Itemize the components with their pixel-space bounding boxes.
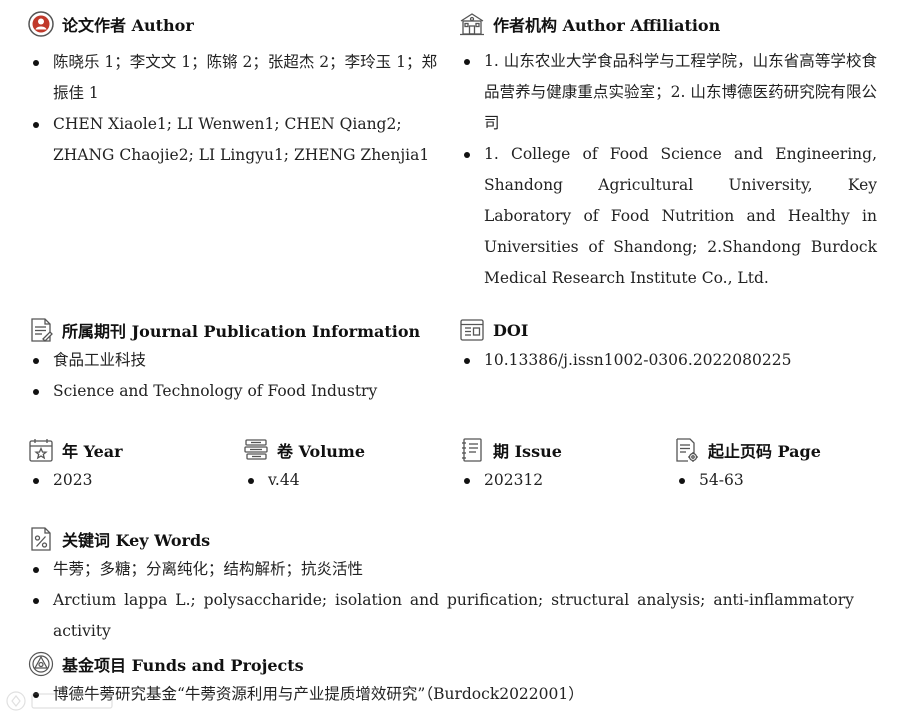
keywords-item-cn: 牛蒡；多糖；分离纯化；结构解析；抗炎活性	[28, 554, 878, 585]
affiliation-title: 作者机构 Author Affiliation	[493, 16, 721, 35]
seal-emblem-icon	[28, 651, 54, 677]
year-list: 2023	[28, 465, 228, 496]
author-item-cn: 陈晓乐 1；李文文 1；陈锵 2；张超杰 2；李玲玉 1；郑振佳 1	[28, 47, 448, 109]
issue-title: 期 Issue	[493, 442, 562, 461]
author-item-en: CHEN Xiaole1; LI Wenwen1; CHEN Qiang2; Z…	[28, 109, 448, 171]
author-section: 论文作者 Author 陈晓乐 1；李文文 1；陈锵 2；张超杰 2；李玲玉 1…	[28, 9, 448, 171]
doi-header: DOI	[459, 315, 877, 345]
funds-title: 基金项目 Funds and Projects	[62, 656, 304, 675]
calendar-icon	[28, 437, 54, 463]
affiliation-item-cn: 1. 山东农业大学食品科学与工程学院，山东省高等学校食品营养与健康重点实验室；2…	[459, 46, 877, 139]
issue-list: 202312	[459, 465, 659, 496]
doi-value: 10.13386/j.issn1002-0306.2022080225	[459, 345, 877, 376]
page-value: 54-63	[674, 465, 884, 496]
doi-section: DOI 10.13386/j.issn1002-0306.2022080225	[459, 315, 877, 376]
issue-section: 期 Issue 202312	[459, 435, 659, 496]
funds-section: 基金项目 Funds and Projects 博德牛蒡研究基金“牛蒡资源利用与…	[28, 649, 878, 710]
affiliation-item-en: 1. College of Food Science and Engineeri…	[459, 139, 877, 294]
page-header: 起止页码 Page	[674, 435, 884, 465]
doi-card-icon	[459, 317, 485, 343]
funds-item: 博德牛蒡研究基金“牛蒡资源利用与产业提质增效研究”（Burdock2022001…	[28, 679, 878, 710]
volume-header: 卷 Volume	[243, 435, 443, 465]
author-title: 论文作者 Author	[62, 16, 194, 35]
funds-header: 基金项目 Funds and Projects	[28, 649, 878, 679]
building-icon	[459, 11, 485, 37]
keywords-list: 牛蒡；多糖；分离纯化；结构解析；抗炎活性 Arctium lappa L.; p…	[28, 554, 878, 647]
volume-list: v.44	[243, 465, 443, 496]
year-title: 年 Year	[62, 442, 123, 461]
volume-value: v.44	[243, 465, 443, 496]
volume-section: 卷 Volume v.44	[243, 435, 443, 496]
doi-list: 10.13386/j.issn1002-0306.2022080225	[459, 345, 877, 376]
page-list: 54-63	[674, 465, 884, 496]
keywords-item-en: Arctium lappa L.; polysaccharide; isolat…	[28, 585, 878, 647]
author-avatar-icon	[28, 11, 54, 37]
author-list: 陈晓乐 1；李文文 1；陈锵 2；张超杰 2；李玲玉 1；郑振佳 1 CHEN …	[28, 47, 448, 171]
issue-header: 期 Issue	[459, 435, 659, 465]
year-value: 2023	[28, 465, 228, 496]
affiliation-section: 作者机构 Author Affiliation 1. 山东农业大学食品科学与工程…	[459, 9, 877, 294]
doi-title: DOI	[493, 320, 529, 340]
author-header: 论文作者 Author	[28, 9, 448, 39]
journal-header: 所属期刊 Journal Publication Information	[28, 315, 448, 345]
journal-document-icon	[28, 317, 54, 343]
keywords-title: 关键词 Key Words	[62, 531, 211, 550]
journal-list: 食品工业科技 Science and Technology of Food In…	[28, 345, 448, 407]
percent-document-icon	[28, 526, 54, 552]
keywords-header: 关键词 Key Words	[28, 524, 878, 554]
year-header: 年 Year	[28, 435, 228, 465]
page-title: 起止页码 Page	[708, 442, 821, 461]
journal-item-cn: 食品工业科技	[28, 345, 448, 376]
volume-title: 卷 Volume	[277, 442, 366, 461]
journal-section: 所属期刊 Journal Publication Information 食品工…	[28, 315, 448, 407]
keywords-section: 关键词 Key Words 牛蒡；多糖；分离纯化；结构解析；抗炎活性 Arcti…	[28, 524, 878, 647]
affiliation-list: 1. 山东农业大学食品科学与工程学院，山东省高等学校食品营养与健康重点实验室；2…	[459, 46, 877, 294]
watermark-logo	[4, 688, 124, 714]
page-section: 起止页码 Page 54-63	[674, 435, 884, 496]
journal-item-en: Science and Technology of Food Industry	[28, 376, 448, 407]
affiliation-header: 作者机构 Author Affiliation	[459, 9, 877, 39]
page-gear-icon	[674, 437, 700, 463]
notebook-icon	[459, 437, 485, 463]
journal-title: 所属期刊 Journal Publication Information	[62, 322, 421, 341]
funds-list: 博德牛蒡研究基金“牛蒡资源利用与产业提质增效研究”（Burdock2022001…	[28, 679, 878, 710]
year-section: 年 Year 2023	[28, 435, 228, 496]
issue-value: 202312	[459, 465, 659, 496]
books-stack-icon	[243, 437, 269, 463]
